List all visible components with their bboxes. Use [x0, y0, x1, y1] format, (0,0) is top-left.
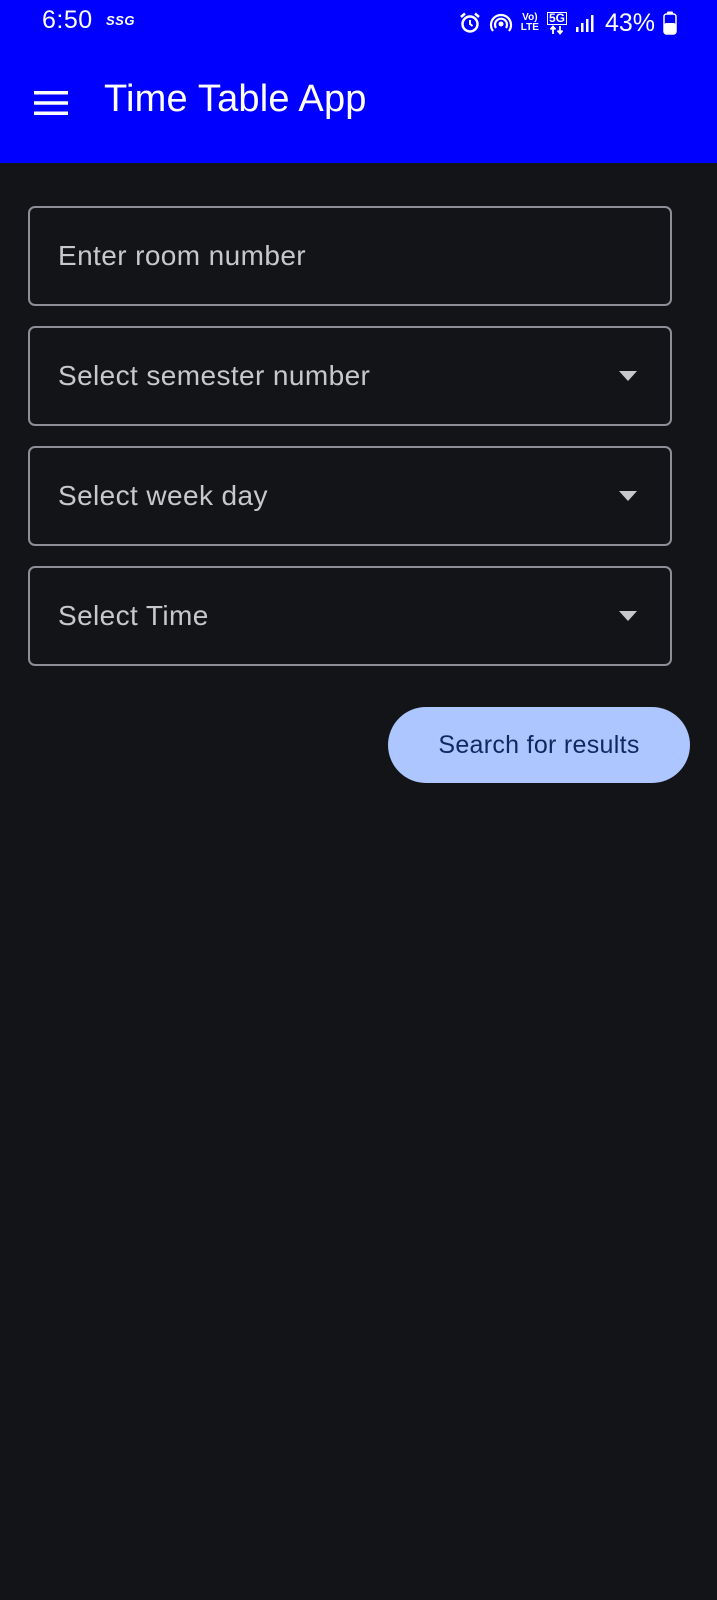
app-title: Time Table App: [104, 78, 367, 120]
room-number-input[interactable]: [30, 208, 670, 304]
time-select[interactable]: Select Time: [28, 566, 672, 666]
status-bar: 6:50 SSG Vo) LTE 5G 43%: [0, 0, 717, 44]
network-5g-icon: 5G: [546, 10, 567, 35]
network-type-label: 5G: [546, 10, 567, 25]
dropdown-arrow-icon: [619, 371, 637, 381]
room-number-field[interactable]: [28, 206, 672, 306]
hotspot-icon: [489, 12, 513, 34]
weekday-select-label: Select week day: [58, 480, 268, 511]
time-select-label: Select Time: [58, 600, 209, 631]
app-bar: 6:50 SSG Vo) LTE 5G 43% Time Table App: [0, 0, 717, 163]
dropdown-arrow-icon: [619, 611, 637, 621]
dropdown-arrow-icon: [619, 491, 637, 501]
status-icons: Vo) LTE 5G 43%: [459, 8, 677, 38]
signal-strength-icon: [575, 13, 595, 33]
weekday-select[interactable]: Select week day: [28, 446, 672, 546]
status-carrier: SSG: [106, 13, 135, 28]
volte-bottom-label: LTE: [520, 22, 539, 33]
alarm-icon: [459, 12, 481, 34]
semester-select-label: Select semester number: [58, 360, 371, 391]
battery-percent: 43%: [604, 8, 655, 37]
battery-icon: [663, 11, 677, 35]
volte-icon: Vo) LTE: [521, 13, 539, 33]
search-button[interactable]: Search for results: [388, 707, 690, 783]
semester-select[interactable]: Select semester number: [28, 326, 672, 426]
status-time: 6:50: [42, 6, 93, 34]
hamburger-menu-icon[interactable]: [32, 84, 70, 122]
